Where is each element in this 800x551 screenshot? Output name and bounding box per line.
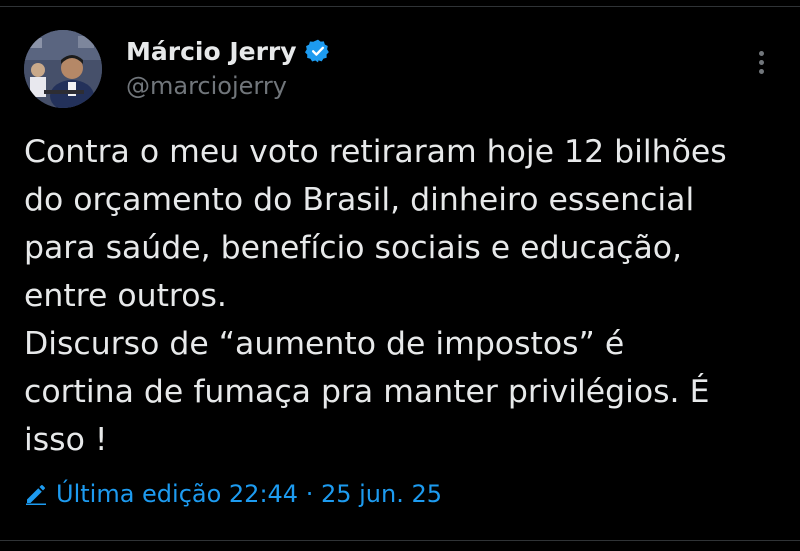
edit-label: Última edição 22:44 · 25 jun. 25 — [56, 480, 443, 508]
tweet-text: Contra o meu voto retiraram hoje 12 bilh… — [24, 128, 784, 464]
verified-badge-icon — [304, 38, 331, 64]
tweet-line: entre outros. — [24, 278, 227, 314]
handle[interactable]: @marciojerry — [126, 72, 331, 100]
avatar-image — [24, 30, 102, 108]
avatar[interactable] — [24, 30, 102, 108]
tweet-line: isso ! — [24, 422, 108, 458]
dot — [758, 50, 764, 56]
bottom-divider — [0, 540, 800, 541]
tweet-line: para saúde, benefício sociais e educação… — [24, 230, 683, 266]
tweet-header: Márcio Jerry @marciojerry — [24, 30, 776, 110]
edit-history-link[interactable]: Última edição 22:44 · 25 jun. 25 — [24, 476, 442, 512]
tweet-line: Contra o meu voto retiraram hoje 12 bilh… — [24, 134, 727, 170]
dot — [758, 68, 764, 74]
tweet-line: cortina de fumaça pra manter privilégios… — [24, 374, 710, 410]
tweet-line: Discurso de “aumento de impostos” é — [24, 326, 625, 362]
dot — [758, 59, 764, 65]
name-row: Márcio Jerry — [126, 34, 331, 68]
display-name[interactable]: Márcio Jerry — [126, 37, 297, 66]
tweet-line: do orçamento do Brasil, dinheiro essenci… — [24, 182, 695, 218]
top-divider — [0, 6, 800, 7]
pencil-icon — [24, 482, 48, 506]
more-options-icon[interactable] — [746, 42, 776, 82]
author-block: Márcio Jerry @marciojerry — [126, 34, 331, 100]
